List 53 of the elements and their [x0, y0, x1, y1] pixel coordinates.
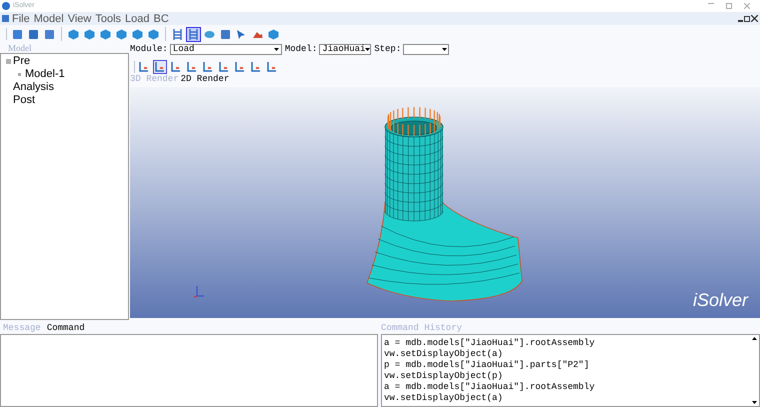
history-line: vw.setDisplayObject(p)	[384, 371, 504, 382]
scroll-up-icon[interactable]	[752, 337, 756, 340]
viewport-logo: iSolver	[692, 289, 748, 312]
view-tool-icon[interactable]	[169, 60, 183, 74]
view-tool-icon[interactable]	[265, 60, 279, 74]
cube-tool-icon[interactable]	[82, 26, 97, 42]
minimize-icon[interactable]	[738, 20, 743, 22]
doc-icon	[2, 15, 9, 22]
cube-tool-icon[interactable]	[98, 26, 113, 42]
view-tool-icon[interactable]	[217, 60, 231, 74]
cube-tool-icon[interactable]	[146, 26, 161, 42]
menu-item[interactable]: File	[12, 12, 30, 24]
cube-tool-icon[interactable]	[114, 26, 129, 42]
view-tool-icon[interactable]	[153, 60, 167, 74]
render-tab[interactable]: 2D Render	[180, 73, 230, 87]
menu-item[interactable]: Tools	[95, 12, 122, 24]
selector-dropdown[interactable]: JiaoHuai	[319, 44, 372, 55]
scrollbar[interactable]	[749, 335, 759, 406]
view-tool-icon[interactable]	[137, 60, 151, 74]
close-icon[interactable]	[751, 15, 758, 22]
command-input-area[interactable]	[0, 334, 378, 407]
tree-item[interactable]: Analysis	[13, 81, 54, 94]
restore-icon[interactable]	[744, 16, 750, 22]
axis-triad-icon	[193, 284, 205, 298]
menu-item[interactable]: Load	[125, 12, 150, 24]
menu-item[interactable]: Model	[34, 12, 64, 24]
3d-viewport[interactable]: iSolver	[130, 87, 760, 318]
app-logo-icon	[2, 2, 10, 10]
history-line: a = mdb.models["JiaoHuai"].rootAssembly	[384, 338, 596, 349]
selector-label: Step:	[374, 42, 402, 56]
menu-item[interactable]: BC	[154, 12, 169, 24]
menu-item[interactable]: View	[68, 12, 92, 24]
cube-tool-icon[interactable]	[130, 26, 145, 42]
history-line: p = mdb.models["JiaoHuai"].parts["P2"]	[384, 360, 590, 371]
panel-title: Model	[7, 43, 32, 53]
selector-label: Model:	[284, 42, 318, 56]
panel-title: Command History	[381, 323, 464, 334]
tree-item[interactable]: Post	[13, 94, 36, 107]
view-tool-icon[interactable]	[233, 60, 247, 74]
history-line: vw.setDisplayObject(a)	[384, 393, 504, 404]
tree-item[interactable]: Pre	[13, 55, 30, 68]
cube-tool-icon[interactable]	[66, 26, 81, 42]
grid-tool-icon[interactable]	[186, 26, 201, 42]
view-tool-icon[interactable]	[249, 60, 263, 74]
view-tool-icon[interactable]	[201, 60, 215, 74]
tree-item[interactable]: Model-1	[25, 68, 65, 81]
view-tool-icon[interactable]	[185, 60, 199, 74]
history-line: vw.setDisplayObject(a)	[384, 349, 504, 360]
selector-dropdown[interactable]: Load	[170, 44, 282, 55]
scroll-down-icon[interactable]	[752, 401, 756, 404]
history-line: a = mdb.models["JiaoHuai"].rootAssembly	[384, 382, 596, 393]
bottom-tab[interactable]: Command	[46, 322, 85, 336]
selector-label: Module:	[130, 42, 168, 56]
